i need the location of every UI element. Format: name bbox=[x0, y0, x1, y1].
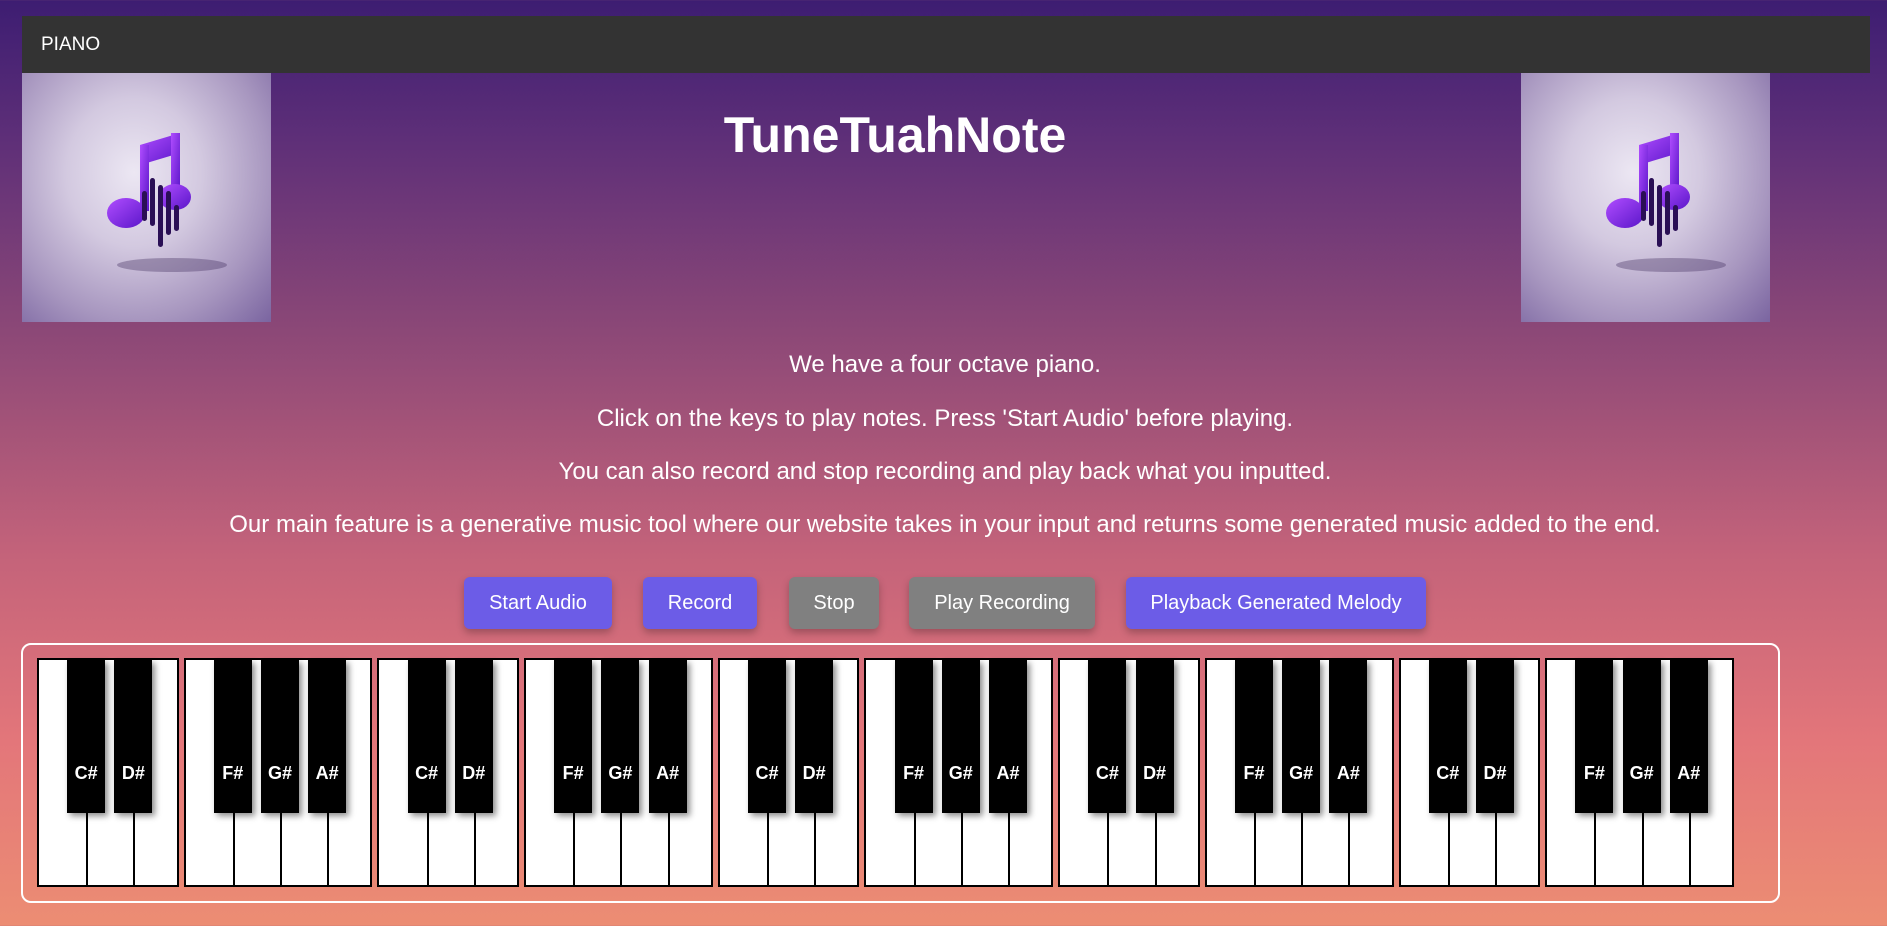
black-key[interactable]: C# bbox=[67, 660, 106, 813]
black-key[interactable]: C# bbox=[1088, 660, 1127, 813]
black-key-label: D# bbox=[1483, 763, 1507, 783]
description-line-4: Our main feature is a generative music t… bbox=[229, 511, 1661, 538]
key-group: F# G# A# bbox=[183, 658, 373, 887]
start-audio-button[interactable]: Start Audio bbox=[464, 577, 612, 629]
black-key-label: F# bbox=[903, 763, 925, 783]
black-key-label: F# bbox=[1583, 763, 1605, 783]
page-title: TuneTuahNote bbox=[723, 107, 1067, 163]
black-key-label: G# bbox=[1289, 763, 1314, 783]
black-key-label: C# bbox=[1095, 763, 1119, 783]
black-key[interactable]: A# bbox=[308, 660, 347, 813]
control-bar: Start Audio Record Stop Play Recording P… bbox=[0, 577, 1887, 629]
black-key[interactable]: D# bbox=[1475, 660, 1514, 813]
stop-button[interactable]: Stop bbox=[789, 577, 879, 629]
play-recording-button[interactable]: Play Recording bbox=[909, 577, 1095, 629]
black-key[interactable]: F# bbox=[1234, 660, 1273, 813]
black-key[interactable]: F# bbox=[1575, 660, 1614, 813]
black-key-label: F# bbox=[222, 763, 244, 783]
navbar-brand[interactable]: PIANO bbox=[41, 34, 100, 56]
description-line-3: You can also record and stop recording a… bbox=[558, 458, 1332, 485]
black-key-label: G# bbox=[1629, 763, 1654, 783]
black-key[interactable]: F# bbox=[213, 660, 252, 813]
black-key-label: D# bbox=[802, 763, 826, 783]
black-key[interactable]: F# bbox=[894, 660, 933, 813]
black-key-label: F# bbox=[1243, 763, 1265, 783]
black-key-label: A# bbox=[315, 763, 339, 783]
black-key-label: C# bbox=[1436, 763, 1460, 783]
black-key[interactable]: C# bbox=[1428, 660, 1467, 813]
key-group: F# G# A# bbox=[1545, 658, 1734, 887]
black-key[interactable]: D# bbox=[454, 660, 493, 813]
key-group: C# D# bbox=[377, 658, 519, 887]
black-key[interactable]: G# bbox=[941, 660, 980, 813]
black-key[interactable]: A# bbox=[988, 660, 1027, 813]
black-key[interactable]: G# bbox=[1622, 660, 1661, 813]
black-key[interactable]: C# bbox=[407, 660, 446, 813]
black-key[interactable]: G# bbox=[601, 660, 640, 813]
key-group: C# D# bbox=[1398, 658, 1541, 887]
black-key-label: A# bbox=[656, 763, 680, 783]
key-group: F# G# A# bbox=[524, 658, 713, 887]
black-key-label: C# bbox=[74, 763, 98, 783]
key-group: C# D# bbox=[37, 658, 179, 887]
black-key[interactable]: C# bbox=[747, 660, 786, 813]
black-key-label: A# bbox=[1336, 763, 1360, 783]
black-key[interactable]: D# bbox=[1135, 660, 1174, 813]
black-key-label: D# bbox=[462, 763, 486, 783]
black-key[interactable]: G# bbox=[1282, 660, 1321, 813]
key-group: C# D# bbox=[1058, 658, 1200, 887]
black-key-label: A# bbox=[1677, 763, 1701, 783]
black-key-label: F# bbox=[562, 763, 584, 783]
record-button[interactable]: Record bbox=[643, 577, 757, 629]
black-key[interactable]: G# bbox=[260, 660, 299, 813]
black-key[interactable]: F# bbox=[554, 660, 593, 813]
black-key-label: D# bbox=[121, 763, 145, 783]
black-key[interactable]: D# bbox=[795, 660, 834, 813]
description-line-1: We have a four octave piano. bbox=[789, 351, 1101, 378]
key-group: C# D# bbox=[717, 658, 860, 887]
key-group: F# G# A# bbox=[864, 658, 1054, 887]
playback-generated-melody-button[interactable]: Playback Generated Melody bbox=[1126, 577, 1426, 629]
description-line-2: Click on the keys to play notes. Press '… bbox=[596, 405, 1294, 432]
key-group: F# G# A# bbox=[1204, 658, 1394, 887]
navbar: PIANO bbox=[22, 16, 1870, 73]
black-key-label: G# bbox=[267, 763, 292, 783]
black-key[interactable]: A# bbox=[1669, 660, 1708, 813]
black-key-label: C# bbox=[755, 763, 779, 783]
black-key[interactable]: A# bbox=[648, 660, 687, 813]
piano-keyboard: C# D# F# G# A# C# D# F# G# A# C# D# F# G# A# C# D# F# G# A#… bbox=[21, 643, 1780, 903]
black-key-label: A# bbox=[996, 763, 1020, 783]
black-key-label: C# bbox=[415, 763, 439, 783]
black-key-label: G# bbox=[608, 763, 633, 783]
black-key-label: G# bbox=[948, 763, 973, 783]
black-key[interactable]: D# bbox=[114, 660, 153, 813]
black-key[interactable]: A# bbox=[1329, 660, 1368, 813]
black-key-label: D# bbox=[1143, 763, 1167, 783]
